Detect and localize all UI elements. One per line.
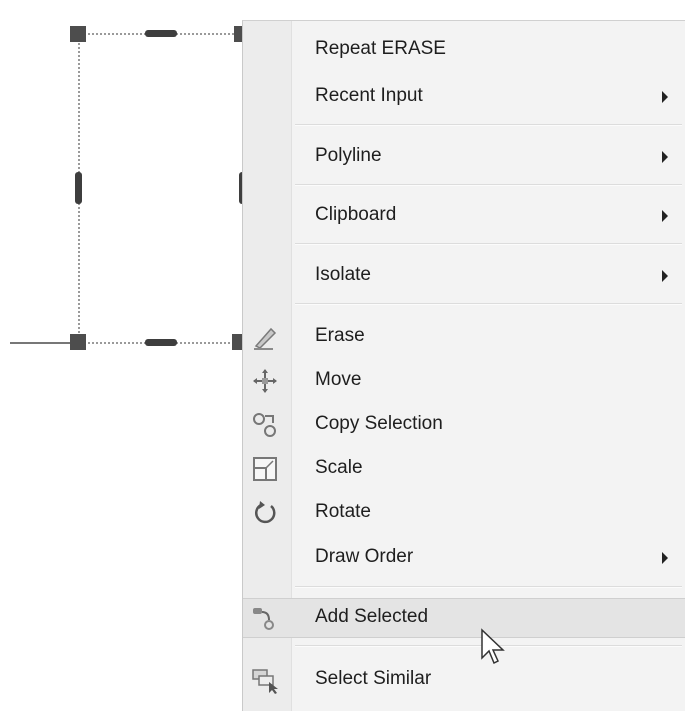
midpoint-grip[interactable] <box>145 339 177 346</box>
menu-item-draw-order[interactable]: Draw Order <box>243 539 685 577</box>
midpoint-grip[interactable] <box>145 30 177 37</box>
submenu-arrow-icon <box>662 552 668 564</box>
menu-item-copy-selection[interactable]: Copy Selection <box>243 406 685 444</box>
menu-item-label: Erase <box>315 325 365 346</box>
rotate-icon <box>255 501 276 524</box>
menu-item-label: Move <box>315 369 362 390</box>
menu-item-label: Draw Order <box>315 546 414 567</box>
menu-item-label: Repeat ERASE <box>315 38 446 59</box>
menu-item-clipboard[interactable]: Clipboard <box>243 197 685 235</box>
vertex-grip[interactable] <box>70 334 86 350</box>
menu-item-label: Clipboard <box>315 204 397 225</box>
midpoint-grip[interactable] <box>75 172 82 204</box>
menu-item-polyline[interactable]: Polyline <box>243 138 685 176</box>
menu-item-erase[interactable]: Erase <box>243 318 685 356</box>
menu-item-select-similar[interactable]: Select Similar <box>243 661 685 699</box>
mouse-cursor-icon <box>481 628 505 665</box>
vertex-grip[interactable] <box>70 26 86 42</box>
menu-item-label: Add Selected <box>315 606 429 627</box>
menu-item-move[interactable]: Move <box>243 362 685 400</box>
submenu-arrow-icon <box>662 91 668 103</box>
menu-item-recent-input[interactable]: Recent Input <box>243 78 685 116</box>
eraser-icon <box>254 327 277 350</box>
menu-item-label: Scale <box>315 457 363 478</box>
menu-item-add-selected[interactable]: Add Selected <box>243 598 685 638</box>
menu-item-label: Copy Selection <box>315 413 443 434</box>
menu-item-label: Polyline <box>315 145 382 166</box>
add-selected-icon <box>253 608 274 630</box>
copy-icon <box>253 413 276 437</box>
menu-item-rotate[interactable]: Rotate <box>243 494 685 532</box>
menu-separator <box>295 243 682 245</box>
menu-item-isolate[interactable]: Isolate <box>243 257 685 295</box>
submenu-arrow-icon <box>662 210 668 222</box>
submenu-arrow-icon <box>662 151 668 163</box>
menu-item-label: Rotate <box>315 501 371 522</box>
menu-separator <box>295 184 682 186</box>
submenu-arrow-icon <box>662 270 668 282</box>
menu-item-repeat-erase[interactable]: Repeat ERASE <box>243 31 685 69</box>
menu-item-label: Recent Input <box>315 85 423 106</box>
scale-icon <box>253 457 277 481</box>
context-menu: Repeat ERASE Recent Input Polyline Clipb… <box>242 20 685 711</box>
menu-separator <box>295 303 682 305</box>
move-icon <box>253 369 277 393</box>
menu-separator <box>295 586 682 588</box>
menu-separator <box>295 124 682 126</box>
menu-item-label: Isolate <box>315 264 371 285</box>
select-similar-icon <box>252 669 278 694</box>
menu-item-label: Select Similar <box>315 668 432 689</box>
menu-item-scale[interactable]: Scale <box>243 450 685 488</box>
polyline-segment[interactable] <box>10 342 74 344</box>
